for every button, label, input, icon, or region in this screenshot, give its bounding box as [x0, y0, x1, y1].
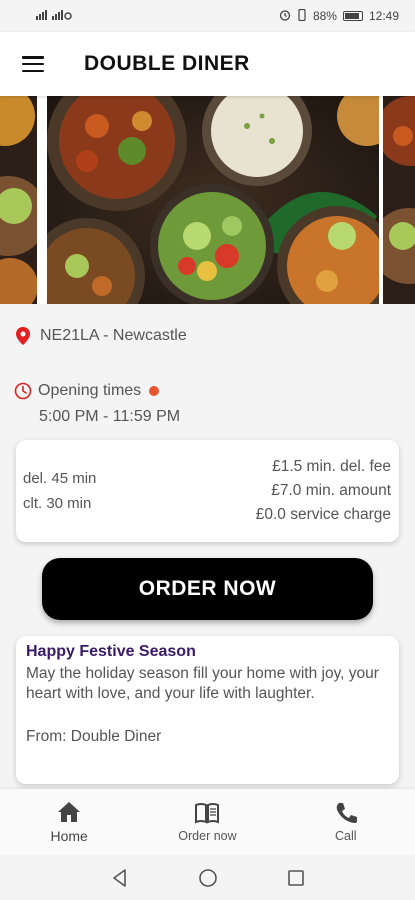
order-now-button[interactable]: ORDER NOW — [42, 558, 373, 620]
location-text: NE21LA - Newcastle — [40, 327, 187, 344]
announcement-card: Happy Festive Season May the holiday sea… — [16, 636, 399, 784]
nav-order-now[interactable]: Order now — [147, 801, 267, 843]
status-right: 88% 12:49 — [279, 8, 399, 24]
food-image-carousel[interactable] — [0, 96, 415, 304]
carousel-slide-food-platter[interactable] — [47, 96, 379, 304]
map-pin-icon — [16, 327, 30, 345]
battery-icon — [342, 11, 363, 21]
phone-icon — [336, 803, 357, 823]
opening-times: Opening times 5:00 PM - 11:59 PM — [0, 346, 415, 426]
signal-icon — [36, 9, 72, 23]
collection-time: clt. 30 min — [23, 495, 92, 512]
opening-times-label: Opening times — [38, 382, 142, 399]
vibrate-icon — [297, 8, 307, 24]
recents-square-icon[interactable] — [286, 868, 306, 888]
open-status-dot — [149, 386, 160, 396]
nav-call[interactable]: Call — [286, 801, 406, 843]
delivery-info-card: del. 45 min clt. 30 min £1.5 min. del. f… — [16, 440, 399, 542]
announcement-from: From: Double Diner — [26, 728, 162, 745]
announcement-title: Happy Festive Season — [26, 643, 196, 660]
status-time: 12:49 — [368, 9, 399, 23]
delivery-time: del. 45 min — [23, 470, 97, 487]
home-circle-icon[interactable] — [198, 868, 218, 888]
battery-percent: 88% — [312, 9, 337, 23]
min-order-amount: £7.0 min. amount — [271, 482, 391, 499]
clock-icon — [14, 382, 32, 400]
hamburger-menu-icon[interactable] — [22, 56, 44, 72]
nav-order-now-label: Order now — [178, 829, 237, 843]
nav-home[interactable]: Home — [9, 800, 129, 844]
service-charge: £0.0 service charge — [255, 506, 391, 523]
system-status-bar: 88% 12:49 — [0, 0, 415, 32]
home-icon — [58, 802, 81, 822]
system-navigation-bar — [0, 855, 415, 900]
carousel-slide-previous[interactable] — [0, 96, 37, 304]
nav-call-label: Call — [335, 829, 357, 843]
app-header: DOUBLE DINER — [0, 32, 415, 96]
bottom-navigation: Home Order now Call — [0, 789, 415, 855]
alarm-icon — [279, 9, 291, 24]
menu-book-icon — [195, 803, 220, 824]
restaurant-title: DOUBLE DINER — [84, 52, 250, 75]
opening-hours: 5:00 PM - 11:59 PM — [39, 408, 181, 425]
announcement-body: May the holiday season fill your home wi… — [26, 665, 379, 702]
back-triangle-icon[interactable] — [110, 868, 130, 888]
carousel-slide-next[interactable] — [383, 96, 415, 304]
signal-indicators — [36, 9, 72, 23]
nav-home-label: Home — [50, 828, 88, 844]
location-row: NE21LA - Newcastle — [0, 304, 415, 346]
min-delivery-fee: £1.5 min. del. fee — [272, 458, 391, 475]
